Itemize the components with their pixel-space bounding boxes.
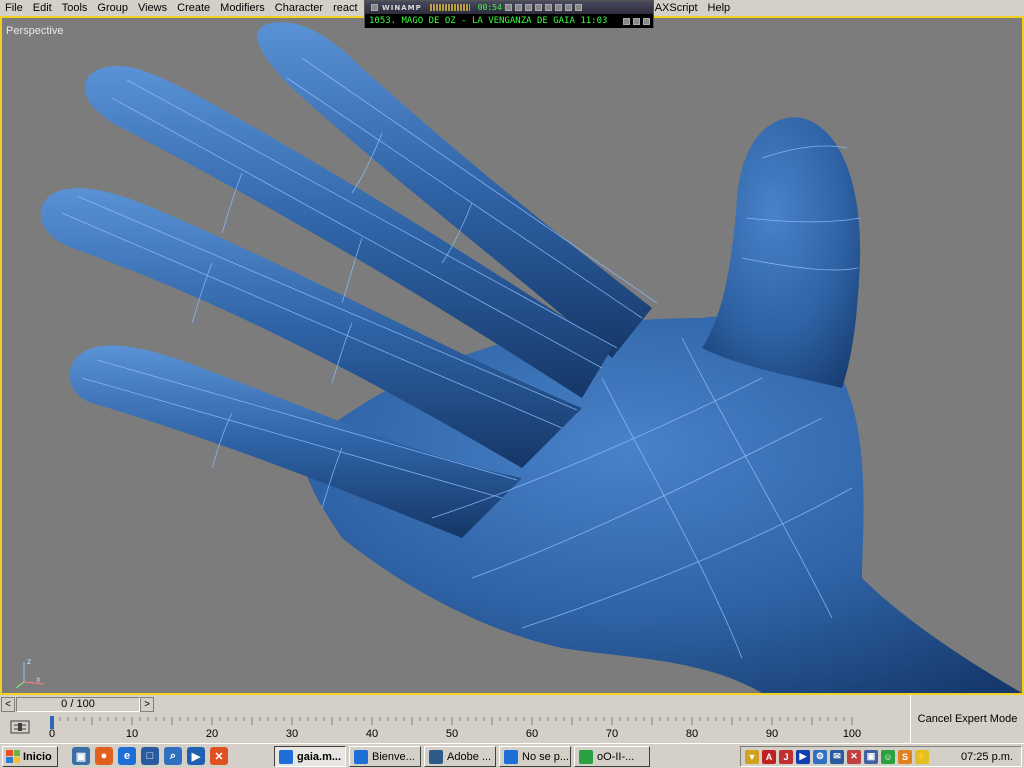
prev-frame-button[interactable]: < — [1, 697, 15, 712]
ie-icon — [354, 749, 368, 764]
shield-icon[interactable]: ▼ — [745, 749, 759, 764]
winamp-player[interactable]: WINAMP 00:54 1053. MAGO DE OZ - LA VENGA… — [364, 0, 654, 28]
menu-group[interactable]: Group — [92, 0, 133, 16]
track-bar-ruler[interactable]: 0 10 20 30 40 50 60 70 80 90 100 — [48, 715, 910, 743]
media-play-icon[interactable]: ▶ — [796, 749, 810, 764]
mail-icon[interactable]: ✉ — [830, 749, 844, 764]
menu-modifiers[interactable]: Modifiers — [215, 0, 270, 16]
system-tray: ▼ A J ▶ ⚙ ✉ ✕ ▣ ☺ S ⚡ 07:25 p.m. — [740, 746, 1022, 767]
task-button-bienvenido[interactable]: Bienve... — [349, 746, 421, 767]
task-label: oO-II-... — [597, 750, 635, 763]
cancel-expert-mode-button[interactable]: Cancel Expert Mode — [910, 695, 1024, 743]
task-button-adobe[interactable]: Adobe ... — [424, 746, 496, 767]
ruler-tick-label: 40 — [366, 728, 378, 740]
time-slider-track[interactable] — [156, 697, 910, 712]
winamp-logo: WINAMP — [382, 3, 422, 12]
task-label: gaia.m... — [297, 750, 342, 763]
ie-icon — [504, 749, 518, 764]
winamp-track-bar: 1053. MAGO DE OZ - LA VENGANZA DE GAIA 1… — [365, 14, 653, 28]
taskbar-clock[interactable]: 07:25 p.m. — [961, 751, 1013, 763]
ruler-tick-label: 80 — [686, 728, 698, 740]
task-label: Adobe ... — [447, 750, 492, 763]
perspective-viewport[interactable]: Perspective z x — [0, 16, 1024, 695]
key-filters-icon[interactable] — [10, 719, 30, 735]
task-button-gaia[interactable]: gaia.m... — [274, 746, 346, 767]
menu-help[interactable]: Help — [703, 0, 736, 16]
ruler-tick-label: 30 — [286, 728, 298, 740]
java-icon[interactable]: J — [779, 749, 793, 764]
task-label: Bienve... — [372, 750, 415, 763]
current-frame-marker[interactable] — [50, 716, 54, 729]
menu-tools[interactable]: Tools — [57, 0, 93, 16]
winamp-eject-icon[interactable] — [554, 4, 562, 11]
ruler-tick-label: 50 — [446, 728, 458, 740]
menu-create[interactable]: Create — [172, 0, 215, 16]
settings-icon[interactable]: ⚙ — [813, 749, 827, 764]
winamp-titlebar[interactable]: WINAMP 00:54 — [365, 1, 653, 14]
next-frame-button[interactable]: > — [140, 697, 154, 712]
svg-text:z: z — [27, 657, 31, 666]
winamp-pause-icon[interactable] — [524, 4, 532, 11]
task-button-messenger[interactable]: oO-II-... — [574, 746, 650, 767]
desktop-icon[interactable]: ▣ — [72, 747, 90, 765]
ruler-tick-label: 10 — [126, 728, 138, 740]
time-slider: < 0 / 100 > — [0, 695, 1024, 715]
winamp-time: 00:54 — [477, 3, 502, 12]
winamp-stop-icon[interactable] — [534, 4, 542, 11]
media-icon[interactable]: ▶ — [187, 747, 205, 765]
axis-gizmo-icon: z x — [15, 657, 45, 689]
menu-file[interactable]: File — [0, 0, 28, 16]
winamp-close-icon[interactable] — [643, 17, 650, 25]
messenger-icon[interactable]: ☺ — [881, 749, 895, 764]
winamp-minimize-icon[interactable] — [564, 4, 572, 11]
svg-text:x: x — [36, 675, 41, 684]
windows-logo-icon — [6, 750, 20, 763]
network-icon[interactable]: ▣ — [864, 749, 878, 764]
winamp-track-title: 1053. MAGO DE OZ - LA VENGANZA DE GAIA 1… — [369, 16, 608, 26]
ruler-tick-label: 70 — [606, 728, 618, 740]
ruler-tick-label: 60 — [526, 728, 538, 740]
winamp-visualizer — [429, 4, 470, 11]
acrobat-icon[interactable]: A — [762, 749, 776, 764]
viewport-label[interactable]: Perspective — [6, 25, 63, 37]
start-label: Inicio — [23, 750, 52, 763]
winamp-shade-icon[interactable] — [633, 17, 640, 25]
menu-edit[interactable]: Edit — [28, 0, 57, 16]
winamp-next-icon[interactable] — [544, 4, 552, 11]
menu-reactor[interactable]: react — [328, 0, 362, 16]
winamp-playlist-icon[interactable] — [623, 17, 630, 25]
firefox-icon[interactable]: ● — [95, 747, 113, 765]
ruler-tick-label: 20 — [206, 728, 218, 740]
ruler-tick-label: 100 — [843, 728, 861, 740]
desktop: File Edit Tools Group Views Create Modif… — [0, 0, 1024, 768]
search-icon[interactable]: ⌕ — [164, 747, 182, 765]
windows-taskbar: Inicio ▣ ● e □ ⌕ ▶ ✕ gaia.m... Bienve...… — [0, 743, 1024, 768]
task-label: No se p... — [522, 750, 570, 763]
hand-model[interactable] — [2, 18, 1022, 693]
menu-character[interactable]: Character — [270, 0, 328, 16]
3dsmax-icon — [279, 749, 293, 764]
ie-icon[interactable]: e — [118, 747, 136, 765]
explorer-icon[interactable]: □ — [141, 747, 159, 765]
menu-views[interactable]: Views — [133, 0, 172, 16]
adobe-icon — [429, 749, 443, 764]
ruler-tick-label: 90 — [766, 728, 778, 740]
ruler-tick-label: 0 — [49, 728, 55, 740]
task-button-no-se-puede[interactable]: No se p... — [499, 746, 571, 767]
quick-launch: ▣ ● e □ ⌕ ▶ ✕ — [72, 747, 228, 765]
track-bar: 0 10 20 30 40 50 60 70 80 90 100 Cancel Expert Mod… — [0, 695, 1024, 743]
power-icon[interactable]: ⚡ — [915, 749, 929, 764]
winamp-menu-icon[interactable] — [371, 4, 378, 11]
xampp-icon[interactable]: ✕ — [210, 747, 228, 765]
start-button[interactable]: Inicio — [2, 746, 58, 767]
winamp-prev-icon[interactable] — [504, 4, 512, 11]
winamp-close-icon[interactable] — [574, 4, 582, 11]
winamp-play-icon[interactable] — [514, 4, 522, 11]
time-slider-thumb[interactable]: 0 / 100 — [16, 697, 140, 712]
security-icon[interactable]: S — [898, 749, 912, 764]
antivirus-icon[interactable]: ✕ — [847, 749, 861, 764]
messenger-icon — [579, 749, 593, 764]
